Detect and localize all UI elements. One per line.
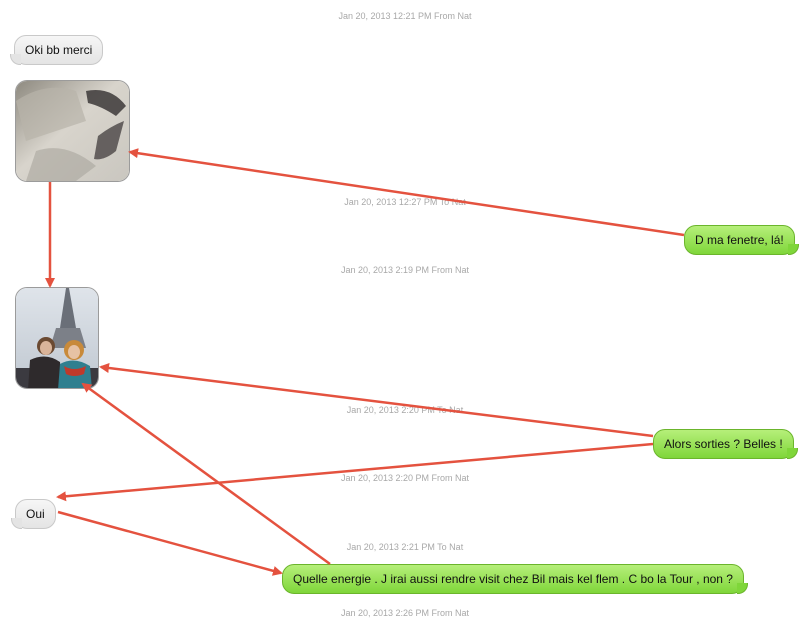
photo-attachment-window[interactable] (15, 80, 130, 182)
reply-arrow (128, 148, 685, 237)
message-transcript: Jan 20, 2013 12:21 PM From Nat Oki bb me… (0, 0, 810, 618)
window-photo-image (16, 81, 129, 181)
message-bubble-outgoing[interactable]: D ma fenetre, lá! (684, 225, 799, 255)
reply-arrow (56, 442, 654, 502)
selfie-photo-image (16, 288, 98, 388)
message-bubble-incoming[interactable]: Oui (11, 499, 56, 529)
timestamp: Jan 20, 2013 12:27 PM To Nat (344, 197, 466, 207)
timestamp: Jan 20, 2013 2:20 PM From Nat (340, 473, 470, 483)
timestamp: Jan 20, 2013 2:26 PM From Nat (340, 608, 470, 618)
message-text: Oui (26, 507, 45, 521)
message-text: Oki bb merci (25, 43, 93, 57)
message-bubble-incoming[interactable]: Oki bb merci (9, 35, 104, 65)
message-text: Quelle energie . J irai aussi rendre vis… (293, 572, 733, 586)
reply-arrow (99, 363, 654, 438)
timestamp: Jan 20, 2013 2:19 PM From Nat (340, 265, 470, 275)
message-bubble-outgoing[interactable]: Alors sorties ? Belles ! (653, 429, 798, 459)
photo-attachment-selfie[interactable] (15, 287, 99, 389)
timestamp: Jan 20, 2013 2:20 PM To Nat (346, 405, 464, 415)
message-bubble-outgoing[interactable]: Quelle energie . J irai aussi rendre vis… (282, 564, 748, 594)
message-text: D ma fenetre, lá! (695, 233, 784, 247)
message-text: Alors sorties ? Belles ! (664, 437, 783, 451)
timestamp: Jan 20, 2013 2:21 PM To Nat (346, 542, 464, 552)
timestamp: Jan 20, 2013 12:21 PM From Nat (338, 11, 472, 21)
